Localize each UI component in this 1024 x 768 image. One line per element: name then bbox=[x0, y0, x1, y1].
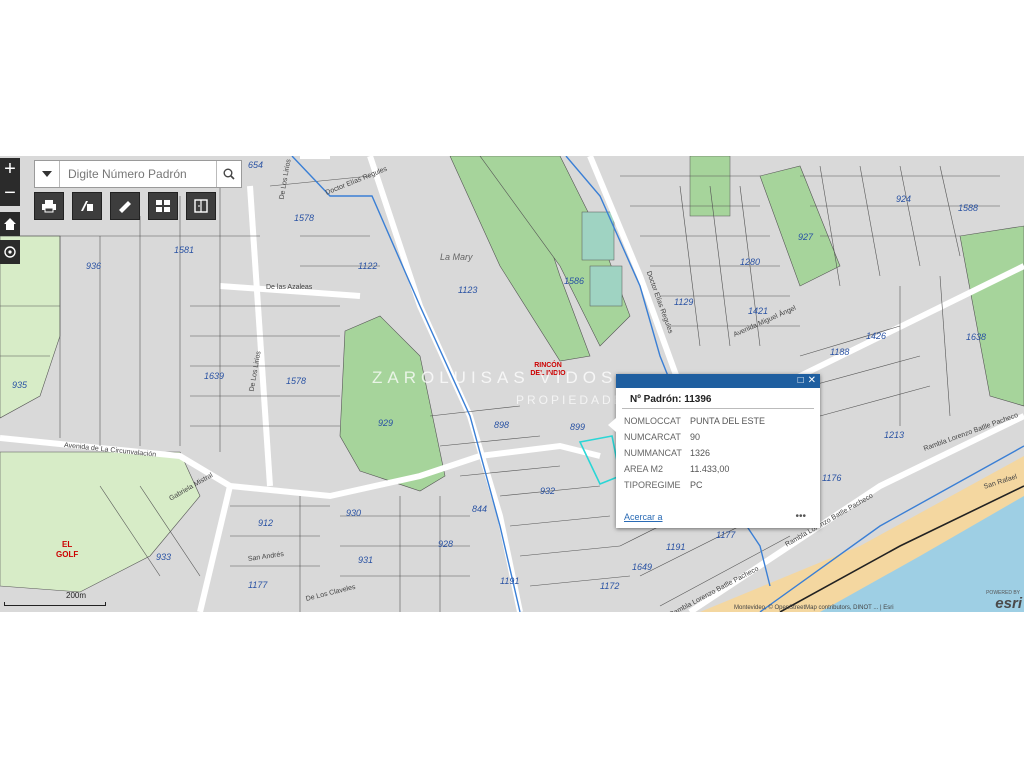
place-label: La Mary bbox=[440, 252, 473, 262]
popup-pointer bbox=[608, 418, 616, 432]
parcel-label: 1123 bbox=[458, 285, 478, 295]
attribute-row: NUMCARCAT 90 bbox=[624, 429, 765, 445]
zoom-to-link[interactable]: Acercar a bbox=[624, 512, 663, 522]
search-source-dropdown[interactable] bbox=[35, 161, 60, 187]
parcel-label: 1122 bbox=[358, 261, 378, 271]
parcel-label: 929 bbox=[378, 418, 394, 428]
ruler-button[interactable] bbox=[110, 192, 140, 220]
map-view[interactable]: 654 1578 1581 936 935 1122 1123 1639 157… bbox=[0, 156, 1024, 612]
layer-list-button[interactable] bbox=[186, 192, 216, 220]
parcel-label: 1586 bbox=[564, 276, 585, 286]
ruler-icon bbox=[119, 201, 131, 213]
parcel-label: 1581 bbox=[174, 245, 195, 255]
popup-title: Nº Padrón: 11396 bbox=[622, 388, 814, 409]
parcel-label: 928 bbox=[438, 539, 454, 549]
parcel-label: 899 bbox=[570, 422, 586, 432]
attribute-value: 90 bbox=[690, 432, 701, 442]
popup-header: □ ✕ bbox=[616, 374, 820, 388]
parcel-label: 1638 bbox=[966, 332, 987, 342]
scale-bar bbox=[4, 602, 106, 606]
print-button[interactable] bbox=[34, 192, 64, 220]
attribute-value: PC bbox=[690, 480, 703, 490]
zoom-in-button[interactable]: + bbox=[0, 158, 20, 182]
parcel-label: 844 bbox=[472, 504, 488, 514]
layer-list-icon bbox=[194, 199, 208, 213]
attribute-row: NUMMANCAT 1326 bbox=[624, 445, 765, 461]
parcel-label: 1280 bbox=[740, 257, 761, 267]
parcel-label: 924 bbox=[896, 194, 912, 204]
parcel-label: 935 bbox=[12, 380, 28, 390]
attribute-value: 11.433,00 bbox=[690, 464, 730, 474]
parcel-label: 1578 bbox=[294, 213, 315, 223]
parcel-label: 1426 bbox=[866, 331, 887, 341]
close-icon[interactable]: ✕ bbox=[808, 374, 816, 388]
parcel-label: 1578 bbox=[286, 376, 307, 386]
attribute-row: AREA M2 11.433,00 bbox=[624, 461, 765, 477]
parcel-label: 1176 bbox=[822, 473, 842, 483]
parcel-label: 930 bbox=[346, 508, 362, 518]
parcel-label: 1177 bbox=[716, 530, 736, 540]
parcel-label: 1188 bbox=[830, 347, 850, 357]
more-actions-button[interactable]: ••• bbox=[795, 511, 806, 522]
map-attribution: Montevideo, © OpenStreetMap contributors… bbox=[734, 605, 894, 611]
parcel-label: 1639 bbox=[204, 371, 225, 381]
popup-attributes: NOMLOCCAT PUNTA DEL ESTE NUMCARCAT 90 NUMM… bbox=[624, 413, 765, 493]
basemap-gallery-icon bbox=[156, 200, 170, 212]
parcel-label: 1172 bbox=[600, 581, 620, 591]
print-icon bbox=[42, 200, 56, 213]
attribute-key: NUMMANCAT bbox=[624, 448, 682, 458]
parcel-info-popup: □ ✕ Nº Padrón: 11396 NOMLOCCAT PUNTA DEL … bbox=[608, 374, 820, 528]
parcel-label: 1649 bbox=[632, 562, 653, 572]
maximize-icon[interactable]: □ bbox=[798, 374, 804, 388]
chevron-down-icon bbox=[42, 171, 52, 177]
basemap-gallery-button[interactable] bbox=[148, 192, 178, 220]
scale-label: 200m bbox=[66, 591, 87, 600]
parcel-search: Digite Número Padrón bbox=[34, 160, 242, 188]
home-icon bbox=[4, 218, 16, 230]
toolbar bbox=[34, 192, 216, 220]
parcel-label: 1191 bbox=[666, 542, 686, 552]
parcel-label: 1129 bbox=[674, 297, 694, 307]
parcel-label: 1588 bbox=[958, 203, 979, 213]
attribute-value: PUNTA DEL ESTE bbox=[690, 416, 766, 426]
locate-icon bbox=[4, 246, 16, 258]
golf-label: EL GOLF bbox=[56, 540, 79, 559]
parcel-label: 1421 bbox=[748, 306, 769, 316]
attribute-row: TIPOREGIME PC bbox=[624, 477, 765, 493]
attribute-value: 1326 bbox=[690, 448, 711, 458]
search-button[interactable] bbox=[216, 161, 241, 187]
attribute-key: TIPOREGIME bbox=[624, 480, 681, 490]
zoom-out-button[interactable]: − bbox=[0, 182, 20, 206]
parcel-label: 654 bbox=[248, 160, 264, 170]
search-input[interactable]: Digite Número Padrón bbox=[60, 161, 216, 187]
parcel-label: 1177 bbox=[248, 580, 268, 590]
measure-button[interactable] bbox=[72, 192, 102, 220]
home-button[interactable] bbox=[0, 212, 20, 236]
watermark-text: ZAROLUISAS VIDOS bbox=[372, 368, 618, 387]
measure-icon bbox=[81, 201, 93, 211]
parcel-label: 927 bbox=[798, 232, 814, 242]
locate-button[interactable] bbox=[0, 240, 20, 264]
zoom-control: + − bbox=[0, 158, 20, 206]
parcel-label: 933 bbox=[156, 552, 172, 562]
attribute-key: NUMCARCAT bbox=[624, 432, 681, 442]
attribute-row: NOMLOCCAT PUNTA DEL ESTE bbox=[624, 413, 765, 429]
parcel-label: 936 bbox=[86, 261, 102, 271]
parcel-label: 931 bbox=[358, 555, 374, 565]
parcel-label: 1213 bbox=[884, 430, 905, 440]
road-label: De las Azaleas bbox=[266, 284, 313, 291]
search-icon bbox=[223, 168, 235, 180]
attribute-key: AREA M2 bbox=[624, 464, 664, 474]
parcel-label: 912 bbox=[258, 518, 274, 528]
esri-logo[interactable]: esri bbox=[995, 595, 1022, 612]
parcel-label: 898 bbox=[494, 420, 510, 430]
parcel-label: 1191 bbox=[500, 576, 520, 586]
attribute-key: NOMLOCCAT bbox=[624, 416, 681, 426]
parcel-label: 932 bbox=[540, 486, 556, 496]
